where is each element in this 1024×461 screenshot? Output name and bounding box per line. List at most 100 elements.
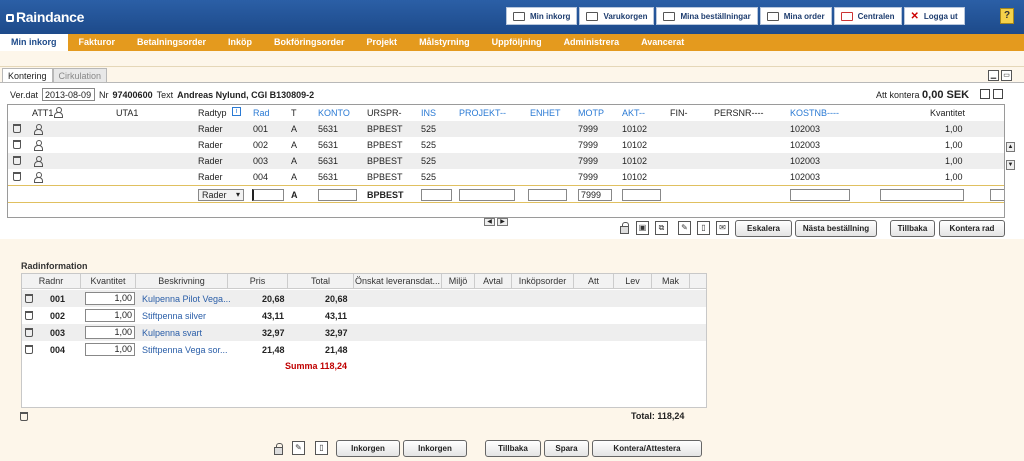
quantity-input[interactable]: 1,00	[85, 309, 135, 322]
quantity-input[interactable]: 1,00	[85, 292, 135, 305]
kvantitet-input[interactable]	[880, 189, 964, 201]
nav-betalningsorder[interactable]: Betalningsorder	[126, 34, 217, 51]
scroll-left-icon[interactable]: ◀	[484, 218, 495, 226]
logo-text: Raindance	[16, 9, 85, 25]
lock-icon[interactable]	[274, 443, 283, 455]
list-item[interactable]: 001 1,00 Kulpenna Pilot Vega... 20,68 20…	[22, 290, 706, 307]
maximize-icon[interactable]: ▭	[1001, 70, 1012, 81]
trash-icon[interactable]	[13, 124, 21, 133]
scroll-up-icon[interactable]: ▲	[1006, 142, 1015, 152]
enhet-input[interactable]	[528, 189, 567, 201]
edit-icon[interactable]: ✎	[292, 441, 305, 455]
nav-avancerat[interactable]: Avancerat	[630, 34, 695, 51]
quantity-input[interactable]: 1,00	[85, 343, 135, 356]
table-row[interactable]: Rader 002 A 5631 BPBEST 525 7999 10102 1…	[8, 137, 1004, 153]
page-icon[interactable]: ▯	[697, 221, 710, 235]
scroll-right-icon[interactable]: ▶	[497, 218, 508, 226]
cell-beskrivning[interactable]: Stiftpenna silver	[142, 311, 206, 321]
ins-input[interactable]	[421, 189, 452, 201]
akt-input[interactable]	[622, 189, 661, 201]
person-icon[interactable]	[34, 172, 43, 183]
page-icon[interactable]: ▯	[315, 441, 328, 455]
view-tabs: Kontering Cirkulation	[2, 68, 108, 82]
radtyp-select[interactable]: Rader	[198, 189, 244, 201]
camera-icon[interactable]: ▣	[636, 221, 649, 235]
total-text: Total: 118,24	[631, 411, 685, 421]
tab-kontering[interactable]: Kontering	[2, 68, 53, 82]
cell-rad: 002	[253, 140, 269, 150]
cell-pris: 21,48	[262, 345, 285, 355]
scroll-down-icon[interactable]: ▼	[1006, 160, 1015, 170]
tab-cirkulation[interactable]: Cirkulation	[52, 68, 108, 82]
trash-icon[interactable]	[13, 140, 21, 149]
inkorgen-button-2[interactable]: Inkorgen	[403, 440, 467, 457]
nav-bokforingsorder[interactable]: Bokföringsorder	[263, 34, 356, 51]
info-icon[interactable]: i	[232, 107, 241, 116]
spara-button[interactable]: Spara	[544, 440, 589, 457]
lock-icon[interactable]	[620, 222, 629, 234]
table-row[interactable]: Rader 001 A 5631 BPBEST 525 7999 10102 1…	[8, 121, 1004, 137]
nav-uppfoljning[interactable]: Uppföljning	[481, 34, 553, 51]
person-icon[interactable]	[34, 156, 43, 167]
nav-inkop[interactable]: Inköp	[217, 34, 263, 51]
trash-icon[interactable]	[25, 294, 33, 303]
document-icon[interactable]	[980, 89, 990, 99]
list-item[interactable]: 004 1,00 Stiftpenna Vega sor... 21,48 21…	[22, 341, 706, 358]
document-meta: Ver.dat 2013-08-09 Nr 97400600 Text Andr…	[10, 88, 314, 101]
cell-beskrivning[interactable]: Kulpenna Pilot Vega...	[142, 294, 231, 304]
edit-icon[interactable]: ✎	[678, 221, 691, 235]
cell-beskrivning[interactable]: Stiftpenna Vega sor...	[142, 345, 228, 355]
nav-administrera[interactable]: Administrera	[553, 34, 631, 51]
cell-beskrivning[interactable]: Kulpenna svart	[142, 328, 202, 338]
min-inkorg-button[interactable]: Min inkorg	[506, 7, 578, 25]
minimize-icon[interactable]: ▁	[988, 70, 999, 81]
extra-input[interactable]	[990, 189, 1004, 201]
rad-input[interactable]	[252, 189, 284, 201]
table-row[interactable]: Rader 003 A 5631 BPBEST 525 7999 10102 1…	[8, 153, 1004, 169]
grid-hscroll[interactable]: ◀ ▶	[484, 218, 508, 226]
cell-urspr: BPBEST	[367, 124, 403, 134]
col-total: Total	[288, 274, 354, 289]
help-button[interactable]: ?	[1000, 8, 1014, 24]
kontera-rad-button[interactable]: Kontera rad	[939, 220, 1005, 237]
centralen-button[interactable]: Centralen	[833, 7, 902, 25]
inkorgen-button[interactable]: Inkorgen	[336, 440, 400, 457]
kostnb-input[interactable]	[790, 189, 850, 201]
quantity-input[interactable]: 1,00	[85, 326, 135, 339]
tillbaka-top-button[interactable]: Tillbaka	[890, 220, 935, 237]
trash-icon[interactable]	[13, 156, 21, 165]
nav-projekt[interactable]: Projekt	[356, 34, 409, 51]
logga-ut-button[interactable]: ✕ Logga ut	[903, 7, 965, 25]
list-item[interactable]: 002 1,00 Stiftpenna silver 43,11 43,11	[22, 307, 706, 324]
trash-icon[interactable]	[13, 172, 21, 181]
nav-malstyrning[interactable]: Målstyrning	[408, 34, 481, 51]
varukorgen-button[interactable]: Varukorgen	[579, 7, 655, 25]
nav-min-inkorg[interactable]: Min inkorg	[0, 34, 68, 51]
print-icon[interactable]	[993, 89, 1003, 99]
person-icon[interactable]	[54, 107, 63, 118]
cell-ins: 525	[421, 124, 437, 134]
nasta-bestallning-button[interactable]: Nästa beställning	[795, 220, 877, 237]
grid-vscroll[interactable]: ▲ ▼	[1006, 142, 1015, 178]
konto-input[interactable]	[318, 189, 357, 201]
eskalera-button[interactable]: Eskalera	[735, 220, 792, 237]
mail-icon[interactable]: ✉	[716, 221, 729, 235]
trash-icon[interactable]	[25, 328, 33, 337]
tillbaka-button[interactable]: Tillbaka	[485, 440, 541, 457]
trash-icon[interactable]	[20, 412, 28, 421]
list-item[interactable]: 003 1,00 Kulpenna svart 32,97 32,97	[22, 324, 706, 341]
mina-order-button[interactable]: Mina order	[759, 7, 832, 25]
motp-input[interactable]: 7999	[578, 189, 612, 201]
trash-icon[interactable]	[25, 311, 33, 320]
person-icon[interactable]	[34, 140, 43, 151]
kontera-attestera-button[interactable]: Kontera/Attestera	[592, 440, 702, 457]
projekt-input[interactable]	[459, 189, 515, 201]
trash-icon[interactable]	[25, 345, 33, 354]
verdat-field[interactable]: 2013-08-09	[42, 88, 96, 101]
table-row[interactable]: Rader 004 A 5631 BPBEST 525 7999 10102 1…	[8, 169, 1004, 185]
copy-icon[interactable]: ⧉	[655, 221, 668, 235]
mina-bestallningar-button[interactable]: Mina beställningar	[656, 7, 758, 25]
cell-konto: 5631	[318, 172, 339, 182]
person-icon[interactable]	[34, 124, 43, 135]
nav-fakturor[interactable]: Fakturor	[68, 34, 127, 51]
